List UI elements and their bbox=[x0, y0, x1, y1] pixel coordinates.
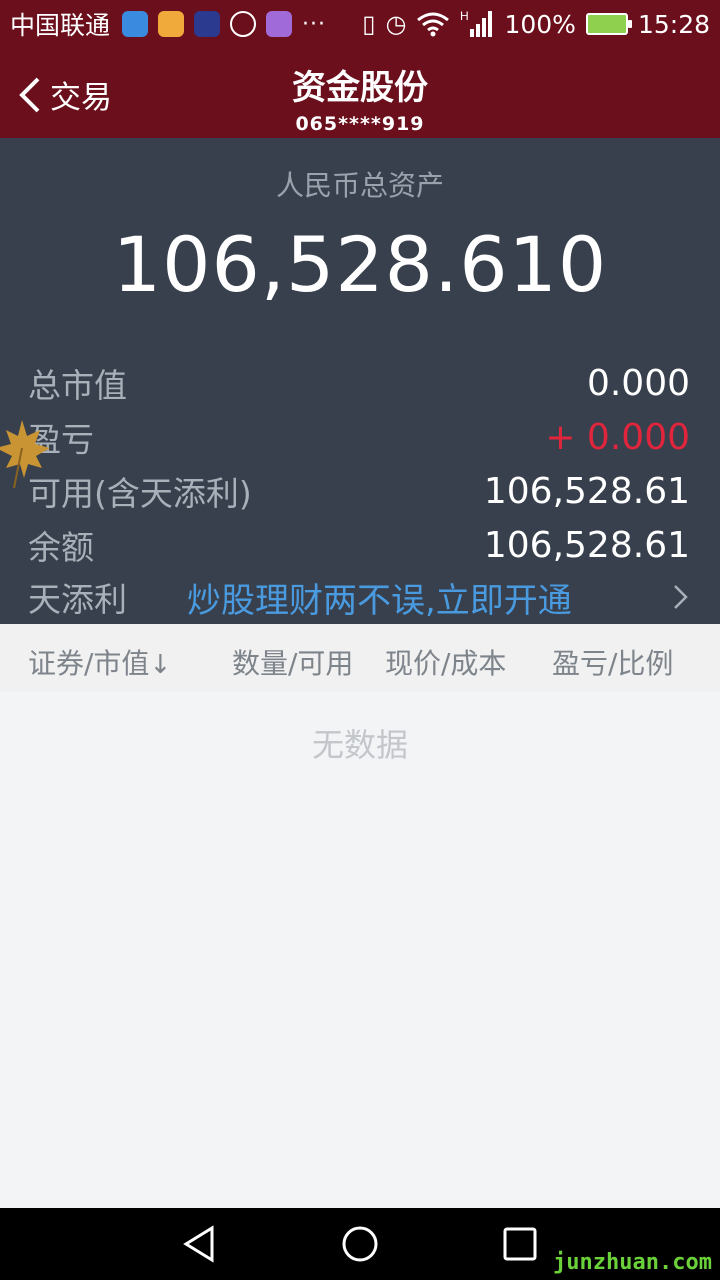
title-block: 资金股份 065****919 bbox=[0, 60, 720, 135]
account-number: 065****919 bbox=[295, 113, 425, 135]
status-bar: 中国联通 ··· ▯ ◷ H 100% 15:28 bbox=[0, 0, 720, 48]
nav-recent-apps-icon[interactable] bbox=[500, 1224, 540, 1264]
watermark-text: junzhuan.com bbox=[553, 1250, 712, 1275]
profit-loss-row: 盈亏 + 0.000 bbox=[28, 414, 690, 460]
status-right: ▯ ◷ H 100% 15:28 bbox=[362, 9, 710, 39]
balance-row: 余额 106,528.61 bbox=[28, 522, 690, 568]
more-notifications-icon: ··· bbox=[302, 11, 326, 37]
column-security-value-label: 证券/市值 bbox=[28, 647, 150, 680]
tiantianli-promo-row[interactable]: 天添利 炒股理财两不误,立即开通 bbox=[28, 573, 690, 622]
maps-app-icon bbox=[122, 11, 149, 37]
wechat-icon bbox=[230, 11, 257, 37]
maple-leaf-icon bbox=[0, 420, 50, 489]
page-title: 资金股份 bbox=[292, 68, 428, 108]
sort-down-icon: ↓ bbox=[149, 650, 172, 680]
column-security-value[interactable]: 证券/市值↓ bbox=[28, 642, 171, 682]
nav-header: 交易 资金股份 065****919 bbox=[0, 48, 720, 138]
column-pnl-ratio[interactable]: 盈亏/比例 bbox=[552, 642, 673, 682]
carrier-name: 中国联通 bbox=[10, 11, 111, 40]
positions-table-header: 证券/市值↓ 数量/可用 现价/成本 盈亏/比例 bbox=[0, 624, 720, 692]
nav-home-icon[interactable] bbox=[340, 1224, 380, 1264]
cellular-signal-icon: H bbox=[460, 9, 493, 37]
network-type-label: H bbox=[460, 9, 469, 23]
available-row: 可用(含天添利) 106,528.61 bbox=[28, 468, 690, 514]
vibrate-icon: ▯ bbox=[362, 10, 376, 38]
game-app-icon bbox=[194, 11, 221, 37]
battery-percent: 100% bbox=[504, 9, 576, 39]
total-assets-value: 106,528.610 bbox=[112, 220, 608, 309]
market-value-label: 总市值 bbox=[28, 366, 127, 405]
battery-icon bbox=[585, 13, 632, 35]
clock: 15:28 bbox=[637, 9, 710, 39]
empty-state-text: 无数据 bbox=[311, 726, 408, 764]
profit-loss-value: + 0.000 bbox=[545, 416, 690, 458]
asset-summary-panel: 人民币总资产 106,528.610 总市值 0.000 盈亏 + 0.000 … bbox=[0, 138, 720, 624]
balance-label: 余额 bbox=[28, 528, 94, 567]
available-label: 可用(含天添利) bbox=[28, 474, 252, 513]
alarm-icon: ◷ bbox=[385, 10, 407, 38]
balance-value: 106,528.61 bbox=[483, 524, 690, 566]
promo-link-text[interactable]: 炒股理财两不误,立即开通 bbox=[187, 573, 672, 622]
tiantianli-label: 天添利 bbox=[28, 580, 127, 619]
column-price-cost[interactable]: 现价/成本 bbox=[385, 642, 506, 682]
total-assets-label: 人民币总资产 bbox=[275, 169, 444, 202]
market-value-row: 总市值 0.000 bbox=[28, 360, 690, 406]
available-value: 106,528.61 bbox=[483, 470, 690, 512]
browser-app-icon bbox=[158, 11, 185, 37]
top-bar: 中国联通 ··· ▯ ◷ H 100% 15:28 交易 资金股份 065***… bbox=[0, 0, 720, 138]
nav-back-icon[interactable] bbox=[180, 1224, 220, 1264]
column-quantity-available[interactable]: 数量/可用 bbox=[232, 642, 353, 682]
wifi-icon bbox=[417, 12, 450, 37]
market-value: 0.000 bbox=[586, 362, 690, 404]
notes-app-icon bbox=[266, 11, 293, 37]
chevron-right-icon bbox=[674, 585, 688, 609]
